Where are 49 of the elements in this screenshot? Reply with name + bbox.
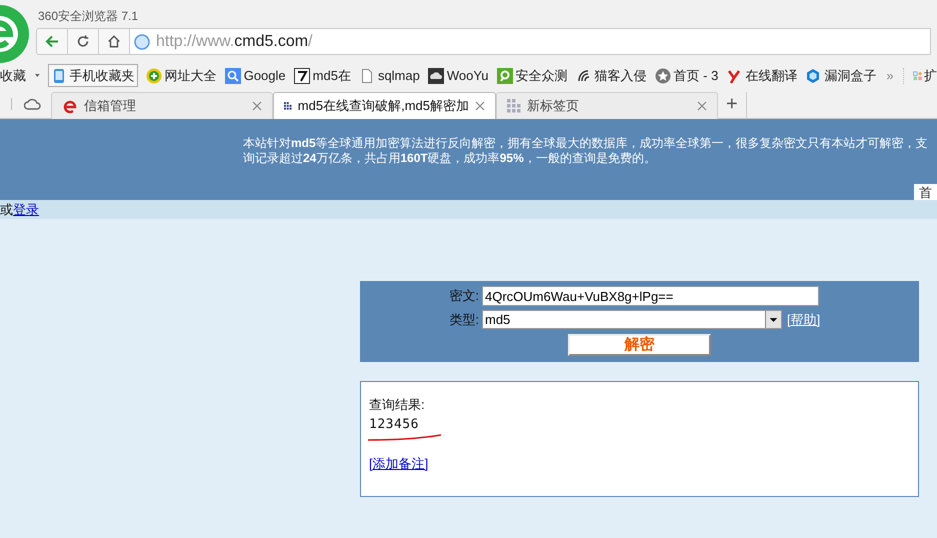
close-icon[interactable] [252,101,262,111]
banner-text: 询记录超过24万亿条，共占用160T硬盘，成功率95%，一般的查询是免费的。 [243,151,657,166]
hexagon-icon [805,68,822,84]
result-value: 123456 [369,416,419,434]
ciphertext-field[interactable]: 4QrcOUm6Wau+VuBX8g+lPg== [482,286,819,306]
grid-icon [507,99,521,113]
bookmark-item[interactable]: WooYu [428,66,489,86]
dropdown-icon[interactable] [765,311,781,328]
window-title: 360安全浏览器 7.1 [38,9,138,23]
home-button[interactable]: 首 [914,184,937,201]
banner-text: 本站针对md5等全球通用加密算法进行反向解密，拥有全球最大的数据库，成功率全球第一，很多复杂密文只有本站才可解密，支 [243,136,929,151]
search-icon [224,68,241,84]
new-tab-button[interactable]: + [718,92,747,118]
login-link[interactable]: 登录 [13,200,39,220]
magnifier-icon [496,68,513,84]
bookmark-item[interactable]: Google [224,66,286,86]
plus-circle-icon [146,68,162,84]
bookmark-item[interactable]: 手机收藏夹 [48,64,138,88]
add-note-link[interactable]: [添加备注] [369,454,428,474]
bookmark-item[interactable]: 漏洞盒子 [805,66,876,86]
favorites-menu[interactable]: 收藏 [0,66,26,86]
type-select[interactable]: md5 [482,310,782,330]
type-label: 类型: [448,311,480,329]
e-logo-icon [62,98,78,114]
ciphertext-label: 密文: [448,287,480,306]
cloud-icon[interactable] [24,97,41,111]
bookmark-item[interactable]: md5在 [294,66,351,86]
browser-logo [0,4,30,64]
seven-icon [294,68,310,84]
login-prompt: 或 [0,200,13,219]
help-link[interactable]: [帮助] [787,310,820,330]
cloud-icon [428,68,444,84]
browser-tab[interactable]: 信箱管理 [51,92,273,119]
bookmark-item[interactable]: sqlmap [358,66,420,86]
extensions-label[interactable]: 扩 [924,66,937,86]
caret-icon[interactable] [35,73,40,78]
star-icon [654,68,671,84]
bookmark-item[interactable]: 首页 - 3 [654,66,718,86]
bookmark-item[interactable]: 在线翻译 [726,66,798,86]
browser-tab[interactable]: 新标签页 [496,92,718,119]
swirl-icon [576,68,592,84]
result-title: 查询结果: [369,396,425,414]
close-icon[interactable] [475,101,485,111]
bookmark-item[interactable]: 安全众测 [496,66,568,86]
bookmark-item[interactable]: 猫客入侵 [576,66,647,86]
close-icon[interactable] [697,101,707,111]
browser-tab[interactable]: md5在线查询破解,md5解密加 [273,92,496,119]
bookmark-item[interactable]: 网址大全 [146,66,217,86]
y-letter-icon [726,68,742,84]
